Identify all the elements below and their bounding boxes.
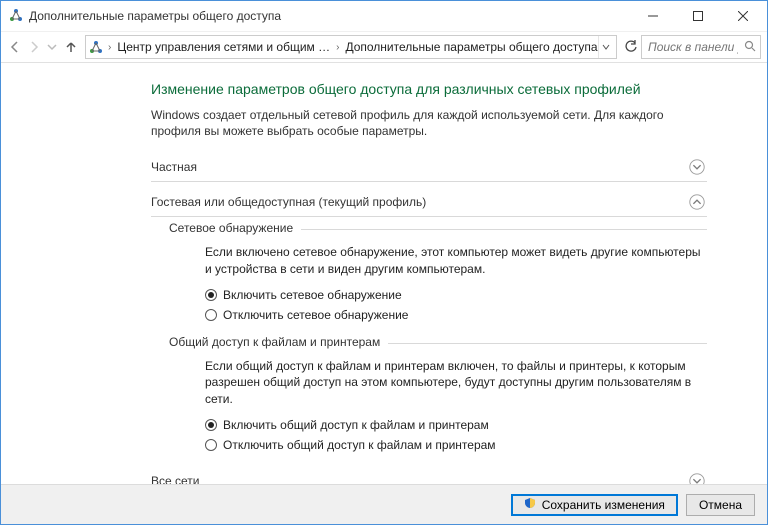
group-network-discovery: Сетевое обнаружение Если включено сетево…: [169, 229, 707, 331]
page-heading: Изменение параметров общего доступа для …: [151, 81, 707, 97]
group-file-printer-sharing: Общий доступ к файлам и принтерам Если о…: [169, 343, 707, 461]
chevron-up-icon: [687, 192, 707, 212]
chevron-down-icon: [687, 157, 707, 177]
footer-bar: Сохранить изменения Отмена: [1, 484, 767, 524]
radio-label: Включить сетевое обнаружение: [223, 287, 402, 303]
back-button[interactable]: [7, 35, 24, 59]
radio-discovery-on[interactable]: Включить сетевое обнаружение: [205, 285, 707, 305]
shield-icon: [524, 497, 536, 512]
radio-label: Отключить сетевое обнаружение: [223, 307, 408, 323]
refresh-button[interactable]: [623, 35, 640, 59]
chevron-right-icon[interactable]: ›: [106, 42, 113, 53]
cancel-button[interactable]: Отмена: [686, 494, 755, 516]
profile-guest[interactable]: Гостевая или общедоступная (текущий проф…: [151, 188, 707, 217]
profile-all-networks[interactable]: Все сети: [151, 467, 707, 484]
search-icon: [744, 40, 756, 55]
group-legend: Сетевое обнаружение: [169, 221, 301, 235]
breadcrumb-item[interactable]: Центр управления сетями и общим …: [117, 40, 330, 54]
networking-icon: [9, 8, 23, 25]
radio-label: Отключить общий доступ к файлам и принте…: [223, 437, 496, 453]
recent-locations-button[interactable]: [44, 35, 61, 59]
window-title: Дополнительные параметры общего доступа: [29, 9, 630, 23]
chevron-down-icon: [687, 471, 707, 484]
button-label: Отмена: [699, 498, 742, 512]
maximize-button[interactable]: [675, 2, 720, 30]
chevron-right-icon[interactable]: ›: [334, 42, 341, 53]
nav-toolbar: › Центр управления сетями и общим … › До…: [1, 31, 767, 63]
profile-label: Частная: [151, 160, 687, 174]
guest-profile-section: Сетевое обнаружение Если включено сетево…: [169, 229, 707, 461]
radio-sharing-on[interactable]: Включить общий доступ к файлам и принтер…: [205, 415, 707, 435]
window: Дополнительные параметры общего доступа …: [0, 0, 768, 525]
profile-label: Все сети: [151, 474, 687, 484]
radio-icon: [205, 419, 217, 431]
minimize-button[interactable]: [630, 2, 675, 30]
titlebar: Дополнительные параметры общего доступа: [1, 1, 767, 31]
radio-discovery-off[interactable]: Отключить сетевое обнаружение: [205, 305, 707, 325]
group-description: Если включено сетевое обнаружение, этот …: [205, 244, 707, 276]
content-area: Изменение параметров общего доступа для …: [1, 63, 767, 484]
page-description: Windows создает отдельный сетевой профил…: [151, 107, 707, 139]
address-bar[interactable]: › Центр управления сетями и общим … › До…: [85, 35, 617, 59]
breadcrumb: › Центр управления сетями и общим … › До…: [104, 40, 598, 54]
networking-icon: [88, 39, 104, 55]
up-button[interactable]: [63, 35, 80, 59]
radio-sharing-off[interactable]: Отключить общий доступ к файлам и принте…: [205, 435, 707, 455]
breadcrumb-item[interactable]: Дополнительные параметры общего доступа: [345, 40, 597, 54]
radio-icon: [205, 289, 217, 301]
search-box[interactable]: [641, 35, 761, 59]
radio-icon: [205, 439, 217, 451]
radio-icon: [205, 309, 217, 321]
radio-label: Включить общий доступ к файлам и принтер…: [223, 417, 489, 433]
group-legend: Общий доступ к файлам и принтерам: [169, 335, 388, 349]
search-input[interactable]: [646, 39, 740, 55]
save-changes-button[interactable]: Сохранить изменения: [511, 494, 678, 516]
profile-label: Гостевая или общедоступная (текущий проф…: [151, 195, 687, 209]
button-label: Сохранить изменения: [542, 498, 665, 512]
close-button[interactable]: [720, 2, 765, 30]
group-description: Если общий доступ к файлам и принтерам в…: [205, 358, 707, 407]
profile-private[interactable]: Частная: [151, 153, 707, 182]
forward-button[interactable]: [26, 35, 43, 59]
address-dropdown-button[interactable]: [598, 36, 614, 58]
